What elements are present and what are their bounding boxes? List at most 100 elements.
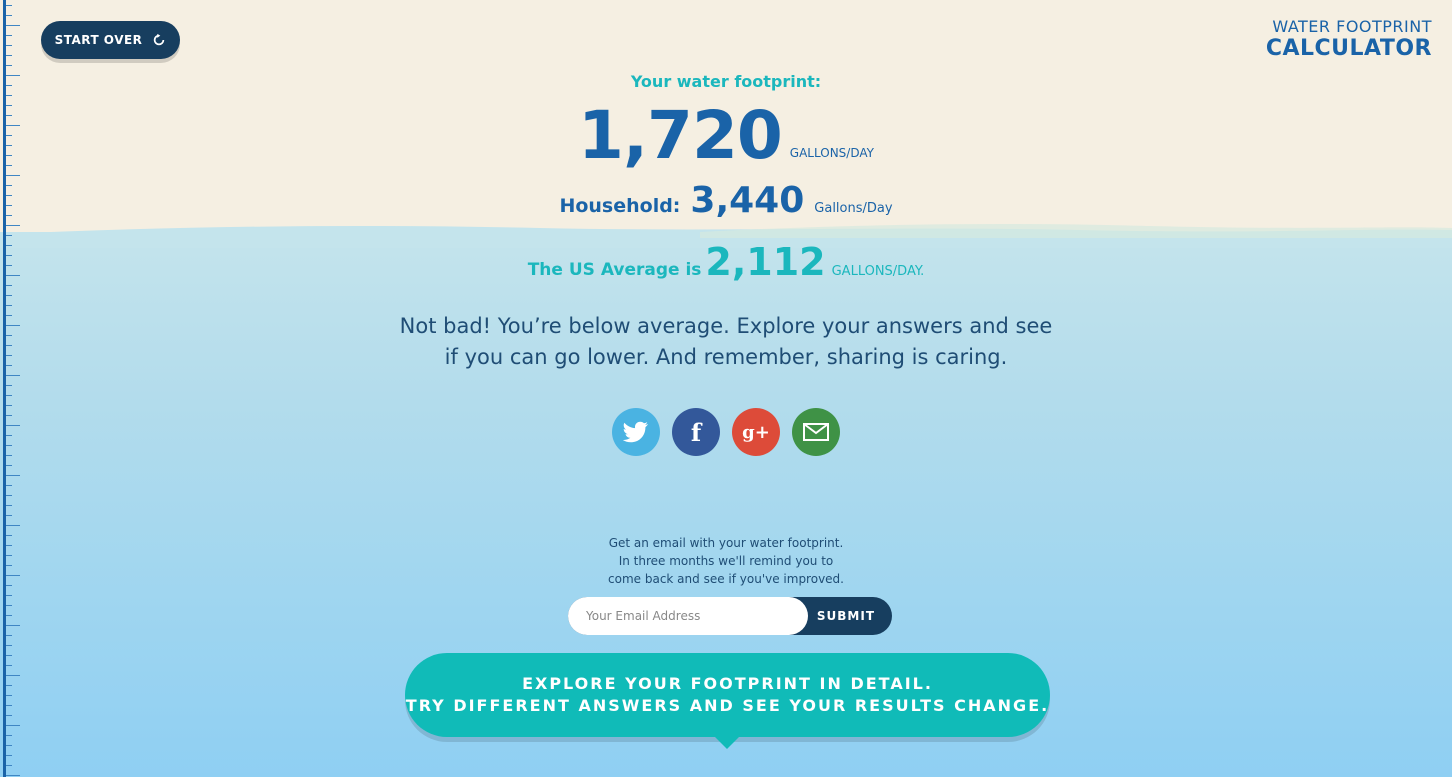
ruler-tick <box>6 325 20 326</box>
household-unit: Gallons/Day <box>814 201 893 216</box>
result-message: Not bad! You’re below average. Explore y… <box>0 311 1452 373</box>
ruler-tick <box>6 445 12 446</box>
ruler-tick <box>6 245 12 246</box>
ruler-tick <box>6 775 20 776</box>
ruler-tick <box>6 185 12 186</box>
ruler-tick <box>6 5 12 6</box>
twitter-share-button[interactable] <box>612 408 660 456</box>
ruler-tick <box>6 575 20 576</box>
email-form: SUBMIT <box>568 597 892 635</box>
email-share-button[interactable] <box>792 408 840 456</box>
google-plus-share-button[interactable]: g+ <box>732 408 780 456</box>
ruler-tick <box>6 295 12 296</box>
ruler-tick <box>6 625 20 626</box>
brand-logo: WATER FOOTPRINT CALCULATOR <box>1266 19 1432 60</box>
ruler-tick <box>6 215 12 216</box>
ruler-tick <box>6 15 12 16</box>
household-footprint: Household: 3,440 Gallons/Day <box>0 180 1452 221</box>
facebook-share-button[interactable]: f <box>672 408 720 456</box>
ruler-tick <box>6 25 20 26</box>
ruler-tick <box>6 605 12 606</box>
ruler-tick <box>6 285 12 286</box>
us-average: The US Average is 2,112 GALLONS/DAY. <box>0 240 1452 284</box>
restart-icon <box>154 33 165 46</box>
email-text-line2: In three months we'll remind you to <box>618 554 834 568</box>
ruler-tick <box>6 135 12 136</box>
ruler-tick <box>6 65 12 66</box>
ruler-tick <box>6 565 12 566</box>
ruler-tick <box>6 525 20 526</box>
ruler-tick <box>6 745 12 746</box>
email-signup-text: Get an email with your water footprint. … <box>0 534 1452 588</box>
twitter-icon <box>623 421 648 443</box>
ruler-tick <box>6 225 20 226</box>
ruler-tick <box>6 545 12 546</box>
ruler-tick <box>6 425 20 426</box>
ruler-tick <box>6 655 12 656</box>
ruler-tick <box>6 485 12 486</box>
ruler-tick <box>6 735 12 736</box>
ruler-tick <box>6 345 12 346</box>
ruler-tick <box>6 305 12 306</box>
your-footprint-label: Your water footprint: <box>630 72 822 91</box>
ruler-tick <box>6 595 12 596</box>
ruler-tick <box>6 405 12 406</box>
ruler-tick <box>6 275 20 276</box>
ruler-tick <box>6 665 12 666</box>
ruler-tick <box>6 145 12 146</box>
ruler-tick <box>6 475 20 476</box>
ruler-tick <box>6 365 12 366</box>
ruler-tick <box>6 205 12 206</box>
ruler-tick <box>6 195 12 196</box>
message-line1: Not bad! You’re below average. Explore y… <box>399 314 1053 338</box>
ruler-tick <box>6 355 12 356</box>
share-buttons: f g+ <box>0 408 1452 456</box>
ruler-tick <box>6 175 20 176</box>
ruler-tick <box>6 235 12 236</box>
ruler-tick <box>6 315 12 316</box>
household-label: Household: <box>559 195 681 217</box>
ruler-tick <box>6 255 12 256</box>
facebook-icon: f <box>690 417 702 447</box>
email-input[interactable] <box>568 597 808 635</box>
ruler-tick <box>6 495 12 496</box>
ruler-tick <box>6 105 12 106</box>
ruler-tick <box>6 645 12 646</box>
ruler-tick <box>6 155 12 156</box>
message-line2: if you can go lower. And remember, shari… <box>444 345 1008 369</box>
ruler-tick <box>6 635 12 636</box>
ruler-tick <box>6 555 12 556</box>
ruler-tick <box>6 755 12 756</box>
ruler-tick <box>6 165 12 166</box>
brand-line1: WATER FOOTPRINT <box>1272 17 1432 36</box>
personal-value: 1,720 <box>578 97 783 174</box>
ruler-tick <box>6 335 12 336</box>
ruler-tick <box>6 515 12 516</box>
ruler-tick <box>6 95 12 96</box>
ruler-tick <box>6 725 20 726</box>
ruler-tick <box>6 395 12 396</box>
start-over-button[interactable]: START OVER <box>41 21 180 59</box>
ruler-tick <box>6 685 12 686</box>
ruler-bar <box>3 0 6 777</box>
submit-label: SUBMIT <box>816 609 875 623</box>
us-average-label: The US Average is <box>527 260 702 280</box>
ruler-tick <box>6 45 12 46</box>
start-over-label: START OVER <box>54 33 143 47</box>
depth-ruler <box>0 0 22 777</box>
ruler-tick <box>6 265 12 266</box>
explore-pointer <box>713 735 741 749</box>
ruler-tick <box>6 705 12 706</box>
us-average-unit: GALLONS/DAY. <box>831 264 925 279</box>
ruler-tick <box>6 695 12 696</box>
brand-line2: CALCULATOR <box>1265 36 1432 61</box>
ruler-tick <box>6 765 12 766</box>
us-average-value: 2,112 <box>705 240 826 284</box>
google-plus-icon: g+ <box>742 421 770 443</box>
ruler-tick <box>6 85 12 86</box>
ruler-tick <box>6 415 12 416</box>
explore-footprint-button[interactable]: EXPLORE YOUR FOOTPRINT IN DETAIL. TRY DI… <box>405 653 1050 749</box>
email-icon <box>803 423 829 441</box>
ruler-tick <box>6 385 12 386</box>
ruler-tick <box>6 615 12 616</box>
